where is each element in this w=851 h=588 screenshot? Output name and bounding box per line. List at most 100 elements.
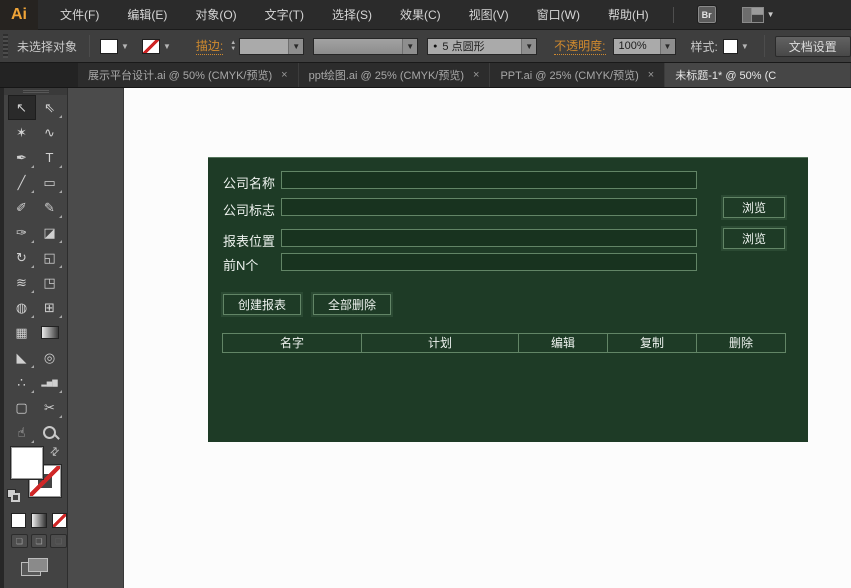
- column-header-plan: 计划: [361, 333, 519, 353]
- workspace-switcher[interactable]: ▼: [742, 7, 775, 23]
- scale-tool[interactable]: ◱: [36, 245, 64, 270]
- menu-select[interactable]: 选择(S): [318, 0, 386, 30]
- column-graph-tool[interactable]: ▂▅▇: [36, 370, 64, 395]
- tab-document-1[interactable]: 展示平台设计.ai @ 50% (CMYK/预览) ×: [78, 63, 299, 87]
- pencil-tool[interactable]: ✎: [36, 195, 64, 220]
- stroke-weight-stepper[interactable]: ▲ ▼: [230, 40, 236, 52]
- line-segment-tool[interactable]: ╱: [8, 170, 36, 195]
- top-n-input[interactable]: [281, 253, 697, 271]
- menu-object[interactable]: 对象(O): [181, 0, 250, 30]
- pen-tool[interactable]: ✒: [8, 145, 36, 170]
- tab-document-3[interactable]: PPT.ai @ 25% (CMYK/预览) ×: [490, 63, 665, 87]
- report-location-label: 报表位置: [223, 231, 275, 250]
- chevron-down-icon: ▼: [767, 10, 775, 19]
- tab-document-4-active[interactable]: 未标题-1* @ 50% (C: [665, 63, 851, 87]
- report-location-input[interactable]: [281, 229, 697, 247]
- zoom-tool[interactable]: [36, 420, 64, 445]
- bridge-icon[interactable]: Br: [698, 6, 716, 23]
- direct-selection-tool[interactable]: ⇖: [36, 95, 64, 120]
- chevron-down-icon[interactable]: ▼: [288, 39, 303, 54]
- paintbrush-tool[interactable]: ✐: [8, 195, 36, 220]
- free-transform-tool[interactable]: ◳: [36, 270, 64, 295]
- selection-tool[interactable]: ↖: [8, 95, 36, 120]
- menu-help[interactable]: 帮助(H): [594, 0, 663, 30]
- perspective-grid-tool[interactable]: ⊞: [36, 295, 64, 320]
- chevron-down-icon[interactable]: ▼: [118, 42, 132, 51]
- screen-mode-button[interactable]: [21, 558, 51, 578]
- fill-color-control[interactable]: ▼: [100, 39, 132, 54]
- menu-view[interactable]: 视图(V): [455, 0, 523, 30]
- opacity-dropdown[interactable]: 100% ▼: [613, 38, 676, 55]
- magic-wand-tool[interactable]: ✶: [8, 120, 36, 145]
- stroke-weight-dropdown[interactable]: ▼: [239, 38, 304, 55]
- fill-color-swatch[interactable]: [11, 447, 43, 479]
- divider: [764, 35, 765, 57]
- stroke-none-swatch[interactable]: [142, 39, 160, 54]
- style-swatch[interactable]: [723, 39, 738, 54]
- column-header-delete: 删除: [696, 333, 786, 353]
- pasteboard[interactable]: [68, 88, 124, 588]
- close-icon[interactable]: ×: [281, 69, 287, 81]
- menu-file[interactable]: 文件(F): [46, 0, 113, 30]
- rectangle-tool[interactable]: ▭: [36, 170, 64, 195]
- browse-logo-button[interactable]: 浏览: [723, 197, 785, 218]
- blob-brush-tool[interactable]: ✑: [8, 220, 36, 245]
- stepper-down-icon[interactable]: ▼: [230, 46, 236, 52]
- blend-tool[interactable]: ◎: [36, 345, 64, 370]
- close-icon[interactable]: ×: [648, 69, 654, 81]
- eyedropper-tool[interactable]: ◣: [8, 345, 36, 370]
- stroke-color-control[interactable]: ▼: [142, 39, 174, 54]
- none-mode-button[interactable]: [52, 513, 67, 528]
- chevron-down-icon[interactable]: ▼: [402, 39, 417, 54]
- symbol-sprayer-tool[interactable]: ∴: [8, 370, 36, 395]
- fill-color-swatch[interactable]: [100, 39, 118, 54]
- close-icon[interactable]: ×: [473, 69, 479, 81]
- document-setup-button[interactable]: 文档设置: [775, 36, 851, 57]
- divider: [89, 35, 90, 57]
- swap-fill-stroke-icon[interactable]: ⇄: [47, 444, 63, 460]
- delete-all-button[interactable]: 全部删除: [313, 294, 391, 315]
- column-header-copy: 复制: [607, 333, 697, 353]
- browse-location-button[interactable]: 浏览: [723, 228, 785, 249]
- rotate-tool[interactable]: ↻: [8, 245, 36, 270]
- menu-edit[interactable]: 编辑(E): [113, 0, 181, 30]
- chevron-down-icon[interactable]: ▼: [160, 42, 174, 51]
- tab-document-2[interactable]: ppt绘图.ai @ 25% (CMYK/预览) ×: [299, 63, 491, 87]
- menu-window[interactable]: 窗口(W): [523, 0, 594, 30]
- menu-effect[interactable]: 效果(C): [386, 0, 455, 30]
- draw-normal-button[interactable]: ❏: [11, 534, 28, 548]
- slice-tool[interactable]: ✂: [36, 395, 64, 420]
- type-tool[interactable]: T: [36, 145, 64, 170]
- tab-label: 展示平台设计.ai @ 50% (CMYK/预览): [88, 67, 272, 83]
- width-tool[interactable]: ≋: [8, 270, 36, 295]
- draw-inside-button[interactable]: ❏: [50, 534, 67, 548]
- panel-grip[interactable]: [3, 34, 8, 58]
- brush-variant-label: 5 点圆形: [442, 38, 484, 54]
- stroke-weight-value: [240, 39, 288, 54]
- gradient-tool[interactable]: [36, 320, 64, 345]
- lasso-tool[interactable]: ∿: [36, 120, 64, 145]
- menu-bar: Ai 文件(F) 编辑(E) 对象(O) 文字(T) 选择(S) 效果(C) 视…: [0, 0, 851, 30]
- brush-variant-dropdown[interactable]: ● 5 点圆形 ▼: [427, 38, 537, 55]
- tab-label: ppt绘图.ai @ 25% (CMYK/预览): [309, 67, 464, 83]
- shape-builder-tool[interactable]: ◍: [8, 295, 36, 320]
- opacity-panel-link[interactable]: 不透明度:: [554, 37, 605, 55]
- hand-tool[interactable]: ☝: [8, 420, 36, 445]
- chevron-down-icon[interactable]: ▼: [660, 39, 675, 54]
- chevron-down-icon[interactable]: ▼: [521, 39, 536, 54]
- company-name-input[interactable]: [281, 171, 697, 189]
- chevron-down-icon[interactable]: ▼: [738, 42, 752, 51]
- artboard-tool[interactable]: ▢: [8, 395, 36, 420]
- gradient-mode-button[interactable]: [31, 513, 46, 528]
- company-logo-input[interactable]: [281, 198, 697, 216]
- mesh-tool[interactable]: ▦: [8, 320, 36, 345]
- color-mode-button[interactable]: [11, 513, 26, 528]
- tools-panel-grip[interactable]: [4, 88, 67, 95]
- stroke-panel-link[interactable]: 描边:: [196, 37, 223, 55]
- eraser-tool[interactable]: ◪: [36, 220, 64, 245]
- brush-definition-dropdown[interactable]: ▼: [313, 38, 418, 55]
- draw-behind-button[interactable]: ❏: [31, 534, 48, 548]
- create-report-button[interactable]: 创建报表: [223, 294, 301, 315]
- default-fill-stroke-icon[interactable]: [7, 489, 21, 503]
- menu-type[interactable]: 文字(T): [251, 0, 318, 30]
